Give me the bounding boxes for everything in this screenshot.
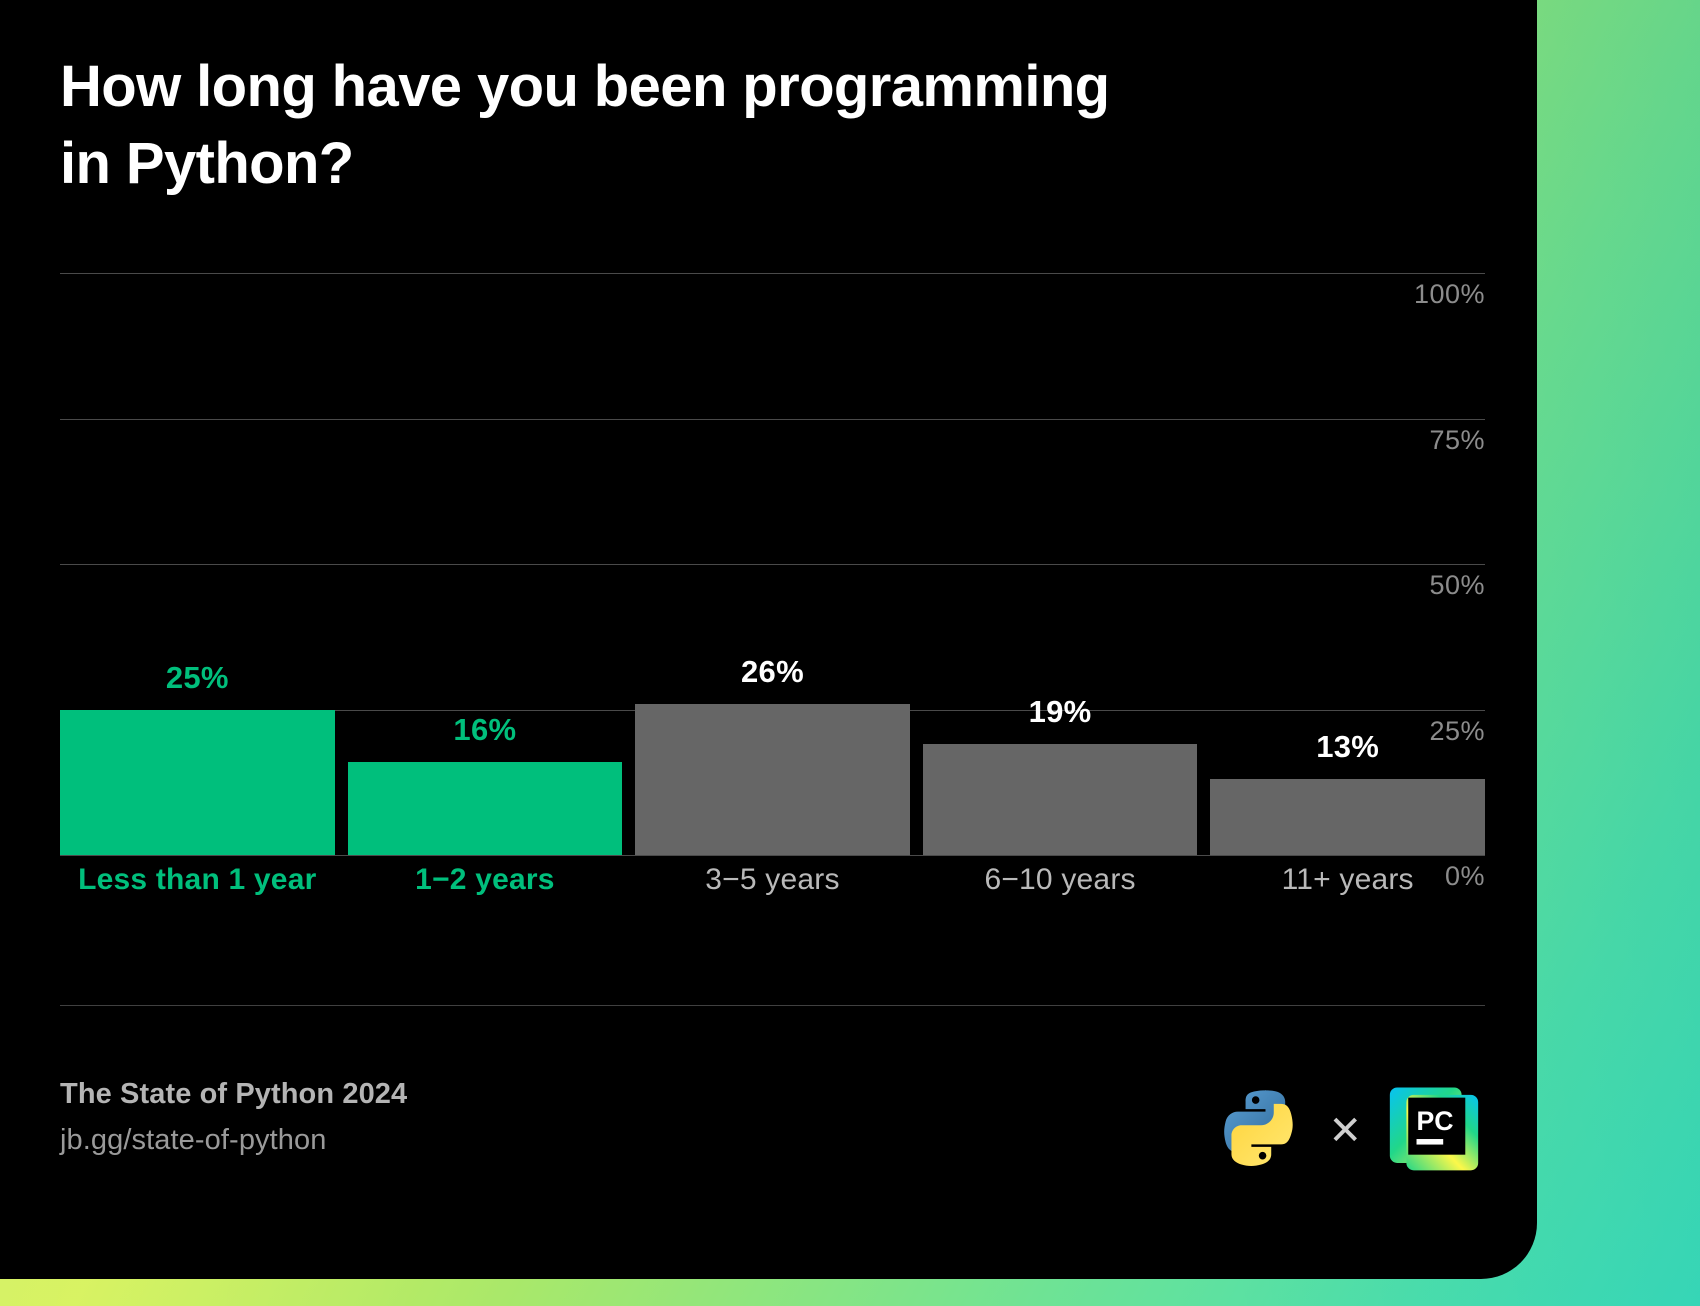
bar-value-label: 13%	[1316, 729, 1380, 765]
gridline	[60, 855, 1485, 856]
bar[interactable]	[1210, 779, 1485, 855]
cross-icon: ✕	[1328, 1108, 1362, 1153]
category-label: Less than 1 year	[78, 863, 317, 896]
svg-text:PC: PC	[1417, 1106, 1454, 1136]
report-url[interactable]: jb.gg/state-of-python	[60, 1124, 407, 1157]
footer-divider	[60, 1005, 1485, 1006]
bar-series: 25% 16% 26% 19% 13%	[60, 273, 1485, 855]
python-logo	[1216, 1085, 1302, 1176]
footer-text-block: The State of Python 2024 jb.gg/state-of-…	[60, 1078, 407, 1157]
page-title: How long have you been programming in Py…	[60, 54, 1110, 197]
bar-group[interactable]: 19%	[922, 273, 1198, 855]
category-axis: Less than 1 year 1−2 years 3−5 years 6−10 y…	[60, 863, 1485, 897]
category-label: 1−2 years	[415, 863, 555, 896]
category-label: 3−5 years	[705, 863, 840, 896]
category-label: 6−10 years	[984, 863, 1136, 896]
report-title: The State of Python 2024	[60, 1078, 408, 1110]
logo-row: ✕ PC	[1216, 1082, 1480, 1179]
category-label: 11+ years	[1281, 863, 1414, 896]
bar-group[interactable]: 13%	[1210, 273, 1485, 855]
bar-group[interactable]: 26%	[635, 273, 910, 855]
bar[interactable]	[347, 761, 623, 855]
bar-group[interactable]: 25%	[60, 273, 335, 855]
bar-group[interactable]: 16%	[347, 273, 623, 855]
chart-card: How long have you been programming in Py…	[0, 0, 1537, 1279]
pycharm-logo: PC	[1388, 1082, 1480, 1179]
poster-background: How long have you been programming in Py…	[0, 0, 1700, 1306]
plot-area: 0% 25% 50% 75% 100% 25% 16% 26% 19% 13%	[60, 273, 1485, 891]
